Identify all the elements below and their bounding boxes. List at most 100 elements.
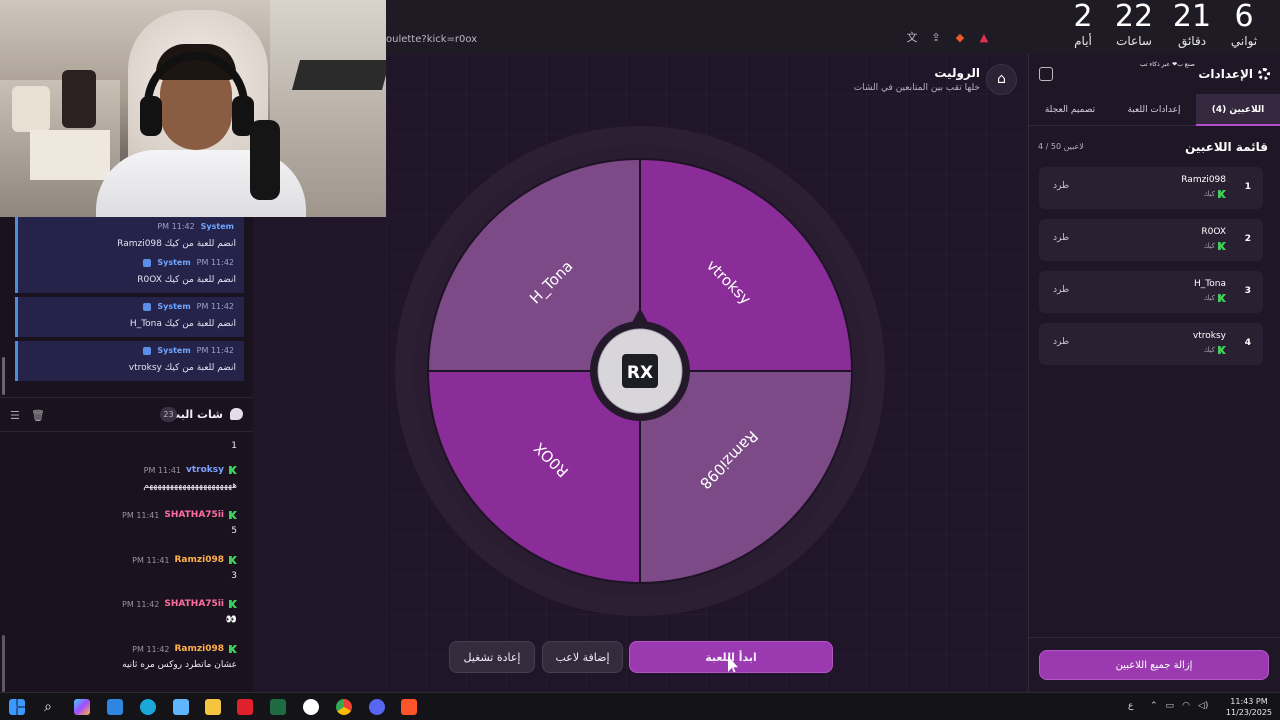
minutes-value: 21 (1172, 0, 1212, 34)
message-username[interactable]: SHATHA75ii (164, 599, 224, 609)
kick-player-button[interactable]: طرد (1053, 233, 1069, 243)
kick-player-button[interactable]: طرد (1053, 337, 1069, 347)
minutes-label: دقائق (1177, 34, 1207, 48)
chat-title: شات البث (169, 408, 223, 421)
message-username[interactable]: Ramzi098 (175, 644, 225, 654)
message-text: هههههههههههههههههههههم (143, 481, 237, 491)
chat-message-meta: PM 11:41 SHATHA75ii (122, 510, 237, 520)
wps-icon[interactable] (237, 699, 253, 715)
taskbar-clock[interactable]: 11:43 PM 11/23/2025 (1226, 696, 1272, 718)
player-name: H_Tona (1194, 279, 1226, 289)
message-username[interactable]: vtroksy (186, 465, 224, 475)
system-message-meta: PM 11:42 System (157, 222, 234, 231)
share-icon[interactable]: ⇪ (929, 31, 943, 45)
clock-time: 11:43 PM (1230, 697, 1268, 706)
chevron-up-icon[interactable]: ⌃ (1150, 701, 1158, 711)
message-text: 5 (231, 526, 237, 536)
webcam-jar (12, 86, 50, 132)
volume-icon[interactable]: ◁) (1198, 701, 1208, 711)
message-time: PM 11:42 (122, 599, 160, 609)
clock-date: 11/23/2025 (1225, 708, 1272, 717)
message-time: PM 11:41 (132, 555, 170, 565)
message-time: PM 11:42 (196, 302, 234, 311)
player-row: 1 Ramzi098 كيك طرد (1039, 167, 1263, 209)
message-sender: System (157, 346, 191, 355)
brave-icon[interactable] (401, 699, 417, 715)
chat-bubble-icon (230, 408, 243, 420)
platform-label: كيك (1203, 242, 1215, 250)
excel-icon[interactable] (270, 699, 286, 715)
kick-player-button[interactable]: طرد (1053, 181, 1069, 191)
message-sender: System (200, 222, 234, 231)
webcam-bottle (62, 70, 96, 128)
restart-button[interactable]: إعادة تشغيل (449, 641, 535, 673)
brave-rewards-icon[interactable]: ▲ (977, 31, 991, 45)
message-text: vtroksy انضم للعبة من كيك (128, 363, 236, 373)
seconds-value: 6 (1234, 0, 1254, 34)
chat-message-meta: PM 11:42 SHATHA75ii (122, 599, 237, 609)
system-message-meta: System PM 11:42 (143, 302, 234, 311)
system-message-meta: System PM 11:42 (143, 258, 234, 267)
collapse-sidebar-icon[interactable] (1039, 67, 1053, 81)
player-number: 3 (1244, 286, 1251, 296)
message-sender: System (157, 302, 191, 311)
discord-icon[interactable] (369, 699, 385, 715)
trash-icon[interactable]: 🗑 (31, 409, 45, 422)
message-time: PM 11:42 (196, 258, 234, 267)
system-message: System PM 11:42 vtroksy انضم للعبة من كي… (15, 341, 244, 381)
tab-players[interactable]: اللاعبين (4) (1196, 94, 1280, 126)
player-number: 1 (1244, 182, 1251, 192)
webcam-microphone (250, 120, 280, 200)
store-icon[interactable] (107, 699, 123, 715)
copilot-icon[interactable] (74, 699, 90, 715)
file-explorer-icon[interactable] (205, 699, 221, 715)
webcam-box (30, 130, 110, 180)
player-row: 4 vtroksy كيك طرد (1039, 323, 1263, 365)
wifi-icon[interactable]: ◠ (1182, 701, 1190, 711)
player-platform: كيك (1204, 242, 1226, 250)
add-player-button[interactable]: إضافة لاعب (542, 641, 623, 673)
settings-title: الإعدادات (1198, 67, 1270, 81)
obs-icon[interactable] (303, 699, 319, 715)
tab-wheel-design[interactable]: تصميم العجلة (1028, 94, 1112, 126)
chrome-icon[interactable] (336, 699, 352, 715)
seconds-label: ثواني (1230, 34, 1258, 48)
remove-all-players-button[interactable]: إزالة جميع اللاعبين (1039, 650, 1269, 680)
kick-icon (1218, 346, 1226, 354)
edge-icon[interactable] (140, 699, 156, 715)
system-message-meta: System PM 11:42 (143, 346, 234, 355)
kick-player-button[interactable]: طرد (1053, 285, 1069, 295)
chat-scrollbar[interactable] (2, 635, 5, 692)
chat-messages: 1 PM 11:41 vtroksy ههههههههههههههههههههه… (0, 433, 253, 692)
hours-value: 22 (1114, 0, 1154, 34)
align-icon[interactable]: ☰ (10, 409, 20, 422)
message-text: 3 (231, 571, 237, 581)
message-username[interactable]: SHATHA75ii (164, 510, 224, 520)
main-background-strip (253, 217, 386, 692)
webcam-feed (0, 0, 386, 217)
system-message: PM 11:42 System Ramzi098 انضم للعبة من ك… (15, 217, 244, 257)
search-icon[interactable]: ⌕ (40, 699, 56, 715)
system-scrollbar[interactable] (2, 357, 5, 395)
kick-icon (229, 466, 237, 474)
tab-game-settings[interactable]: إعدادات اللعبة (1112, 94, 1196, 126)
days-label: أيام (1074, 34, 1092, 48)
message-username[interactable]: Ramzi098 (175, 555, 225, 565)
shield-icon (143, 258, 152, 267)
countdown-minutes: 21 دقائق (1172, 0, 1212, 48)
system-message: System PM 11:42 H_Tona انضم للعبة من كيك (15, 297, 244, 337)
platform-label: كيك (1203, 346, 1215, 354)
player-number: 4 (1244, 338, 1251, 348)
message-sender: System (157, 258, 191, 267)
translate-icon[interactable]: 文 (905, 31, 919, 45)
input-language[interactable]: ع (1128, 701, 1133, 711)
start-icon[interactable] (9, 699, 25, 715)
roulette-wheel[interactable]: vtroksyRamzi098R0OXH_Tona RX (386, 54, 1028, 692)
message-text: Ramzi098 انضم للعبة من كيك (117, 239, 236, 249)
brave-shield-icon[interactable]: ◆ (953, 31, 967, 45)
player-row: 3 H_Tona كيك طرد (1039, 271, 1263, 313)
network-icon[interactable]: ▭ (1166, 701, 1175, 711)
settings-app-icon[interactable] (173, 699, 189, 715)
chat-message-meta: PM 11:41 vtroksy (144, 465, 237, 475)
system-tray: ⌃ ▭ ◠ ◁) (1150, 701, 1208, 711)
